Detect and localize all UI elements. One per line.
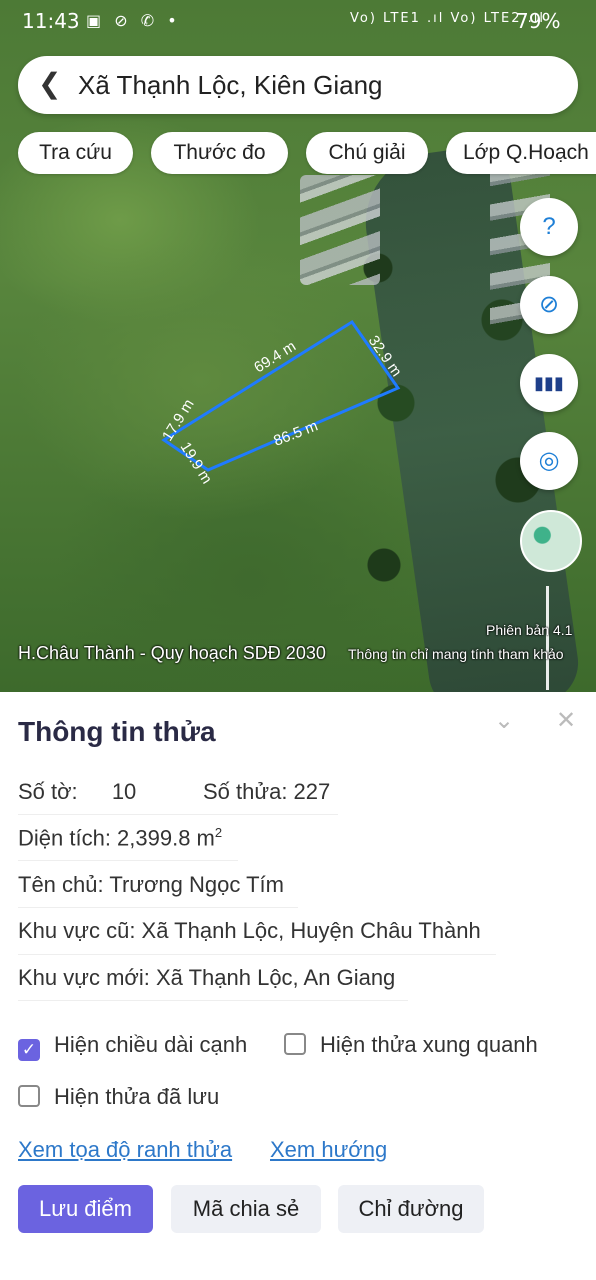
status-bar: 11:43 ▣ ⊘ ✆ • Vo) LTE1 .ıl Vo) LTE2 .ıl … <box>0 0 596 44</box>
old-region: Khu vực cũ: Xã Thạnh Lộc, Huyện Châu Thà… <box>18 918 481 943</box>
chevron-down-icon[interactable]: ⌄ <box>494 706 514 735</box>
version-label: Phiên bản 4.1 <box>486 622 573 638</box>
locate-icon: ◎ <box>538 447 560 474</box>
show-edge-length-checkbox[interactable]: ✓ Hiện chiều dài cạnh <box>18 1032 247 1061</box>
chevron-left-icon[interactable]: ❮ <box>38 70 61 98</box>
help-icon: ? <box>542 213 556 240</box>
save-point-button[interactable]: Lưu điểm <box>18 1185 153 1233</box>
compass-button[interactable]: ⊘ <box>520 276 578 334</box>
area-row: Diện tích: 2,399.8 m2 <box>18 825 222 851</box>
barcode-button[interactable]: ▮▮▮ <box>520 354 578 412</box>
new-region: Khu vực mới: Xã Thạnh Lộc, An Giang <box>18 965 396 990</box>
barcode-icon: ▮▮▮ <box>534 373 564 393</box>
edge-label-left-1: 17.9 m <box>159 396 198 444</box>
checkbox-unchecked-icon <box>284 1033 306 1055</box>
location-search-bar[interactable]: ❮ Xã Thạnh Lộc, Kiên Giang <box>18 56 578 114</box>
chip-thuoc-do[interactable]: Thước đo <box>151 132 288 174</box>
status-time: 11:43 <box>22 9 80 33</box>
view-direction-link[interactable]: Xem hướng <box>270 1137 387 1163</box>
sheet-number-row: Số tờ: 10 Số thửa: 227 <box>18 779 330 805</box>
location-title: Xã Thạnh Lộc, Kiên Giang <box>78 70 383 100</box>
divider <box>18 814 338 815</box>
sheet-number-label: Số tờ: <box>18 779 78 804</box>
notification-icons: ▣ ⊘ ✆ • <box>86 11 181 30</box>
view-boundary-coordinates-link[interactable]: Xem tọa độ ranh thửa <box>18 1137 232 1163</box>
edge-label-bottom: 86.5 m <box>271 417 320 449</box>
directions-button[interactable]: Chỉ đường <box>338 1185 484 1233</box>
chip-tra-cuu[interactable]: Tra cứu <box>18 132 133 174</box>
share-code-button[interactable]: Mã chia sẻ <box>171 1185 321 1233</box>
chip-lop-quy-hoach[interactable]: Lớp Q.Hoạch <box>446 132 596 174</box>
checkbox-checked-icon: ✓ <box>18 1039 40 1061</box>
help-button[interactable]: ? <box>520 198 578 256</box>
close-icon[interactable]: ✕ <box>556 706 576 735</box>
parcel-info-panel: Thông tin thửa ⌄ ✕ Số tờ: 10 Số thửa: 22… <box>0 692 596 1280</box>
show-saved-parcels-checkbox[interactable]: Hiện thửa đã lưu <box>18 1084 219 1110</box>
sheet-number-value: 10 <box>111 779 137 804</box>
show-saved-parcels-label: Hiện thửa đã lưu <box>54 1084 220 1109</box>
divider <box>18 954 496 955</box>
chip-chu-giai[interactable]: Chú giải <box>306 132 428 174</box>
edge-label-left-2: 19.9 m <box>177 439 216 487</box>
divider <box>18 907 298 908</box>
show-neighbor-parcels-label: Hiện thửa xung quanh <box>320 1032 538 1057</box>
map-plan-label: H.Châu Thành - Quy hoạch SDĐ 2030 <box>18 643 326 663</box>
show-neighbor-parcels-checkbox[interactable]: Hiện thửa xung quanh <box>284 1032 538 1058</box>
area-value: Diện tích: 2,399.8 m <box>18 825 215 851</box>
parcel-number: Số thửa: 227 <box>203 779 331 804</box>
divider <box>18 1000 408 1001</box>
map-disclaimer: Thông tin chỉ mang tính tham khảo <box>348 646 564 662</box>
divider <box>18 860 238 861</box>
owner-name: Tên chủ: Trương Ngọc Tím <box>18 872 284 897</box>
edge-label-right: 32.9 m <box>365 333 405 380</box>
panel-title: Thông tin thửa <box>18 716 216 747</box>
scale-bar <box>546 586 549 690</box>
locate-button[interactable]: ◎ <box>520 432 578 490</box>
compass-icon: ⊘ <box>538 291 560 318</box>
minimap-button[interactable] <box>520 510 582 572</box>
checkbox-unchecked-icon <box>18 1085 40 1107</box>
battery-level: 79% <box>516 9 561 33</box>
area-unit-superscript: 2 <box>214 825 223 840</box>
show-edge-length-label: Hiện chiều dài cạnh <box>54 1032 248 1057</box>
